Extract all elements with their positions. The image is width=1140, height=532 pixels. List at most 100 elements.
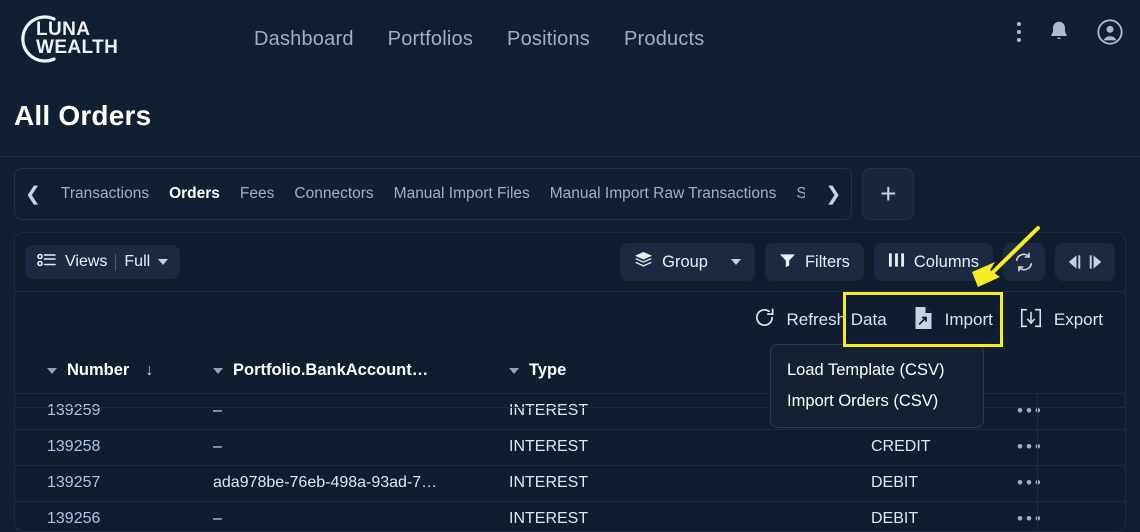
- cell-number[interactable]: 139259: [15, 392, 213, 429]
- refresh-data-button[interactable]: Refresh Data: [753, 306, 887, 334]
- cell-row-actions[interactable]: •••: [1017, 500, 1125, 531]
- cell-direction: CREDIT: [871, 428, 1017, 465]
- layers-icon: [634, 251, 653, 273]
- grid-toolbar: Views Full Group Filters Columns: [15, 233, 1125, 292]
- sort-descending-icon[interactable]: ↓: [145, 362, 153, 380]
- menu-item-load-template-csv[interactable]: Load Template (CSV): [771, 355, 983, 386]
- nav-item-products[interactable]: Products: [624, 28, 705, 51]
- tab-bar: ❮ Transactions Orders Fees Connectors Ma…: [14, 168, 853, 220]
- cell-direction: DEBIT: [871, 500, 1017, 531]
- app-root: LUNA WEALTH Dashboard Portfolios Positio…: [0, 0, 1140, 532]
- table-row[interactable]: 139256 – INTEREST DEBIT •••: [15, 500, 1125, 531]
- views-label: Views: [65, 253, 108, 270]
- crescent-arc-logo-icon: [14, 13, 66, 65]
- page-nav-arrows-icon[interactable]: [1055, 243, 1115, 281]
- cell-direction: DEBIT: [871, 464, 1017, 501]
- tab-connectors[interactable]: Connectors: [294, 185, 373, 203]
- nav-item-portfolios[interactable]: Portfolios: [388, 28, 473, 51]
- refresh-circular-icon[interactable]: [1003, 243, 1045, 281]
- cell-row-actions[interactable]: •••: [1017, 392, 1125, 429]
- column-header-number[interactable]: Number ↓: [15, 349, 213, 393]
- filters-label: Filters: [804, 252, 850, 271]
- table-row[interactable]: 139257 ada978be-76eb-498a-93ad-7… INTERE…: [15, 464, 1125, 501]
- top-navigation-bar: LUNA WEALTH Dashboard Portfolios Positio…: [0, 0, 1140, 78]
- order-number-link[interactable]: 139259: [47, 402, 100, 419]
- cell-number[interactable]: 139258: [15, 428, 213, 465]
- page-title: All Orders: [14, 100, 152, 131]
- tab-orders[interactable]: Orders: [169, 185, 220, 203]
- user-avatar-icon[interactable]: [1096, 18, 1124, 46]
- funnel-icon: [779, 252, 796, 273]
- cell-bank-account: –: [213, 392, 509, 429]
- column-header-type-label: Type: [529, 361, 567, 380]
- nav-item-dashboard[interactable]: Dashboard: [254, 28, 354, 51]
- column-header-actions: [1017, 349, 1125, 393]
- column-header-bank-account[interactable]: Portfolio.BankAccount…: [213, 349, 509, 393]
- filters-button[interactable]: Filters: [764, 243, 864, 281]
- file-export-icon: [1019, 307, 1043, 334]
- columns-button[interactable]: Columns: [873, 243, 993, 281]
- views-value: Full: [124, 253, 151, 270]
- columns-icon: [888, 252, 905, 273]
- grid-action-row: Refresh Data Import Export: [15, 291, 1125, 408]
- ellipsis-icon[interactable]: •••: [1017, 509, 1044, 528]
- cell-row-actions[interactable]: •••: [1017, 428, 1125, 465]
- export-button[interactable]: Export: [1019, 307, 1103, 334]
- column-menu-caret-icon[interactable]: [47, 367, 57, 374]
- tab-transactions[interactable]: Transactions: [61, 185, 149, 203]
- grid-toolbar-actions: Group Filters Columns: [620, 243, 1115, 281]
- cell-type: INTEREST: [509, 464, 871, 501]
- primary-nav: Dashboard Portfolios Positions Products: [254, 28, 705, 51]
- cell-number[interactable]: 139257: [15, 464, 213, 501]
- cell-bank-account: ada978be-76eb-498a-93ad-7…: [213, 464, 509, 501]
- group-label: Group: [662, 252, 708, 271]
- chevron-left-icon[interactable]: ❮: [25, 183, 41, 206]
- order-number-link[interactable]: 139257: [47, 474, 100, 491]
- views-selector[interactable]: Views Full: [25, 245, 181, 279]
- cell-bank-account: –: [213, 428, 509, 465]
- list-view-icon: [37, 252, 57, 273]
- cell-number[interactable]: 139256: [15, 500, 213, 531]
- chevron-right-icon[interactable]: ❯: [825, 183, 841, 206]
- column-menu-caret-icon[interactable]: [509, 367, 519, 374]
- ellipsis-icon[interactable]: •••: [1017, 437, 1044, 456]
- tab-bar-container: ❮ Transactions Orders Fees Connectors Ma…: [14, 168, 915, 220]
- refresh-clockwise-icon: [753, 306, 776, 334]
- table-row[interactable]: 139258 – INTEREST CREDIT •••: [15, 428, 1125, 465]
- cell-bank-account: –: [213, 500, 509, 531]
- kebab-menu-icon[interactable]: [1016, 19, 1022, 45]
- import-dropdown-menu: Load Template (CSV) Import Orders (CSV): [770, 344, 984, 428]
- group-button[interactable]: Group: [620, 243, 755, 281]
- actions-column-divider: [1037, 393, 1038, 531]
- ellipsis-icon[interactable]: •••: [1017, 473, 1044, 492]
- cell-row-actions[interactable]: •••: [1017, 464, 1125, 501]
- cell-type: INTEREST: [509, 428, 871, 465]
- tab-truncated[interactable]: S: [796, 185, 805, 203]
- refresh-data-label: Refresh Data: [786, 310, 887, 329]
- tab-manual-import-raw-transactions[interactable]: Manual Import Raw Transactions: [550, 185, 777, 203]
- tab-fees[interactable]: Fees: [240, 185, 274, 203]
- order-number-link[interactable]: 139256: [47, 510, 100, 527]
- tab-manual-import-files[interactable]: Manual Import Files: [394, 185, 530, 203]
- ellipsis-icon[interactable]: •••: [1017, 401, 1044, 420]
- column-header-bank-account-label: Portfolio.BankAccount…: [233, 361, 429, 380]
- columns-label: Columns: [913, 252, 979, 271]
- bell-icon[interactable]: [1046, 19, 1072, 45]
- column-menu-caret-icon[interactable]: [213, 367, 223, 374]
- chevron-down-icon[interactable]: [158, 259, 169, 265]
- order-number-link[interactable]: 139258: [47, 438, 100, 455]
- cell-type: INTEREST: [509, 500, 871, 531]
- add-tab-button[interactable]: +: [862, 168, 915, 220]
- header-divider: [0, 156, 1140, 157]
- group-chevron-down-icon[interactable]: [730, 259, 741, 265]
- column-header-number-label: Number: [67, 361, 130, 380]
- brand-logo[interactable]: LUNA WEALTH: [14, 13, 214, 65]
- file-import-icon: [913, 306, 934, 335]
- import-label: Import: [944, 310, 993, 329]
- menu-item-import-orders-csv[interactable]: Import Orders (CSV): [771, 386, 983, 417]
- views-divider: [115, 253, 117, 271]
- import-button[interactable]: Import: [913, 306, 993, 335]
- nav-item-positions[interactable]: Positions: [507, 28, 590, 51]
- nav-actions: [1016, 18, 1124, 46]
- export-label: Export: [1053, 310, 1103, 329]
